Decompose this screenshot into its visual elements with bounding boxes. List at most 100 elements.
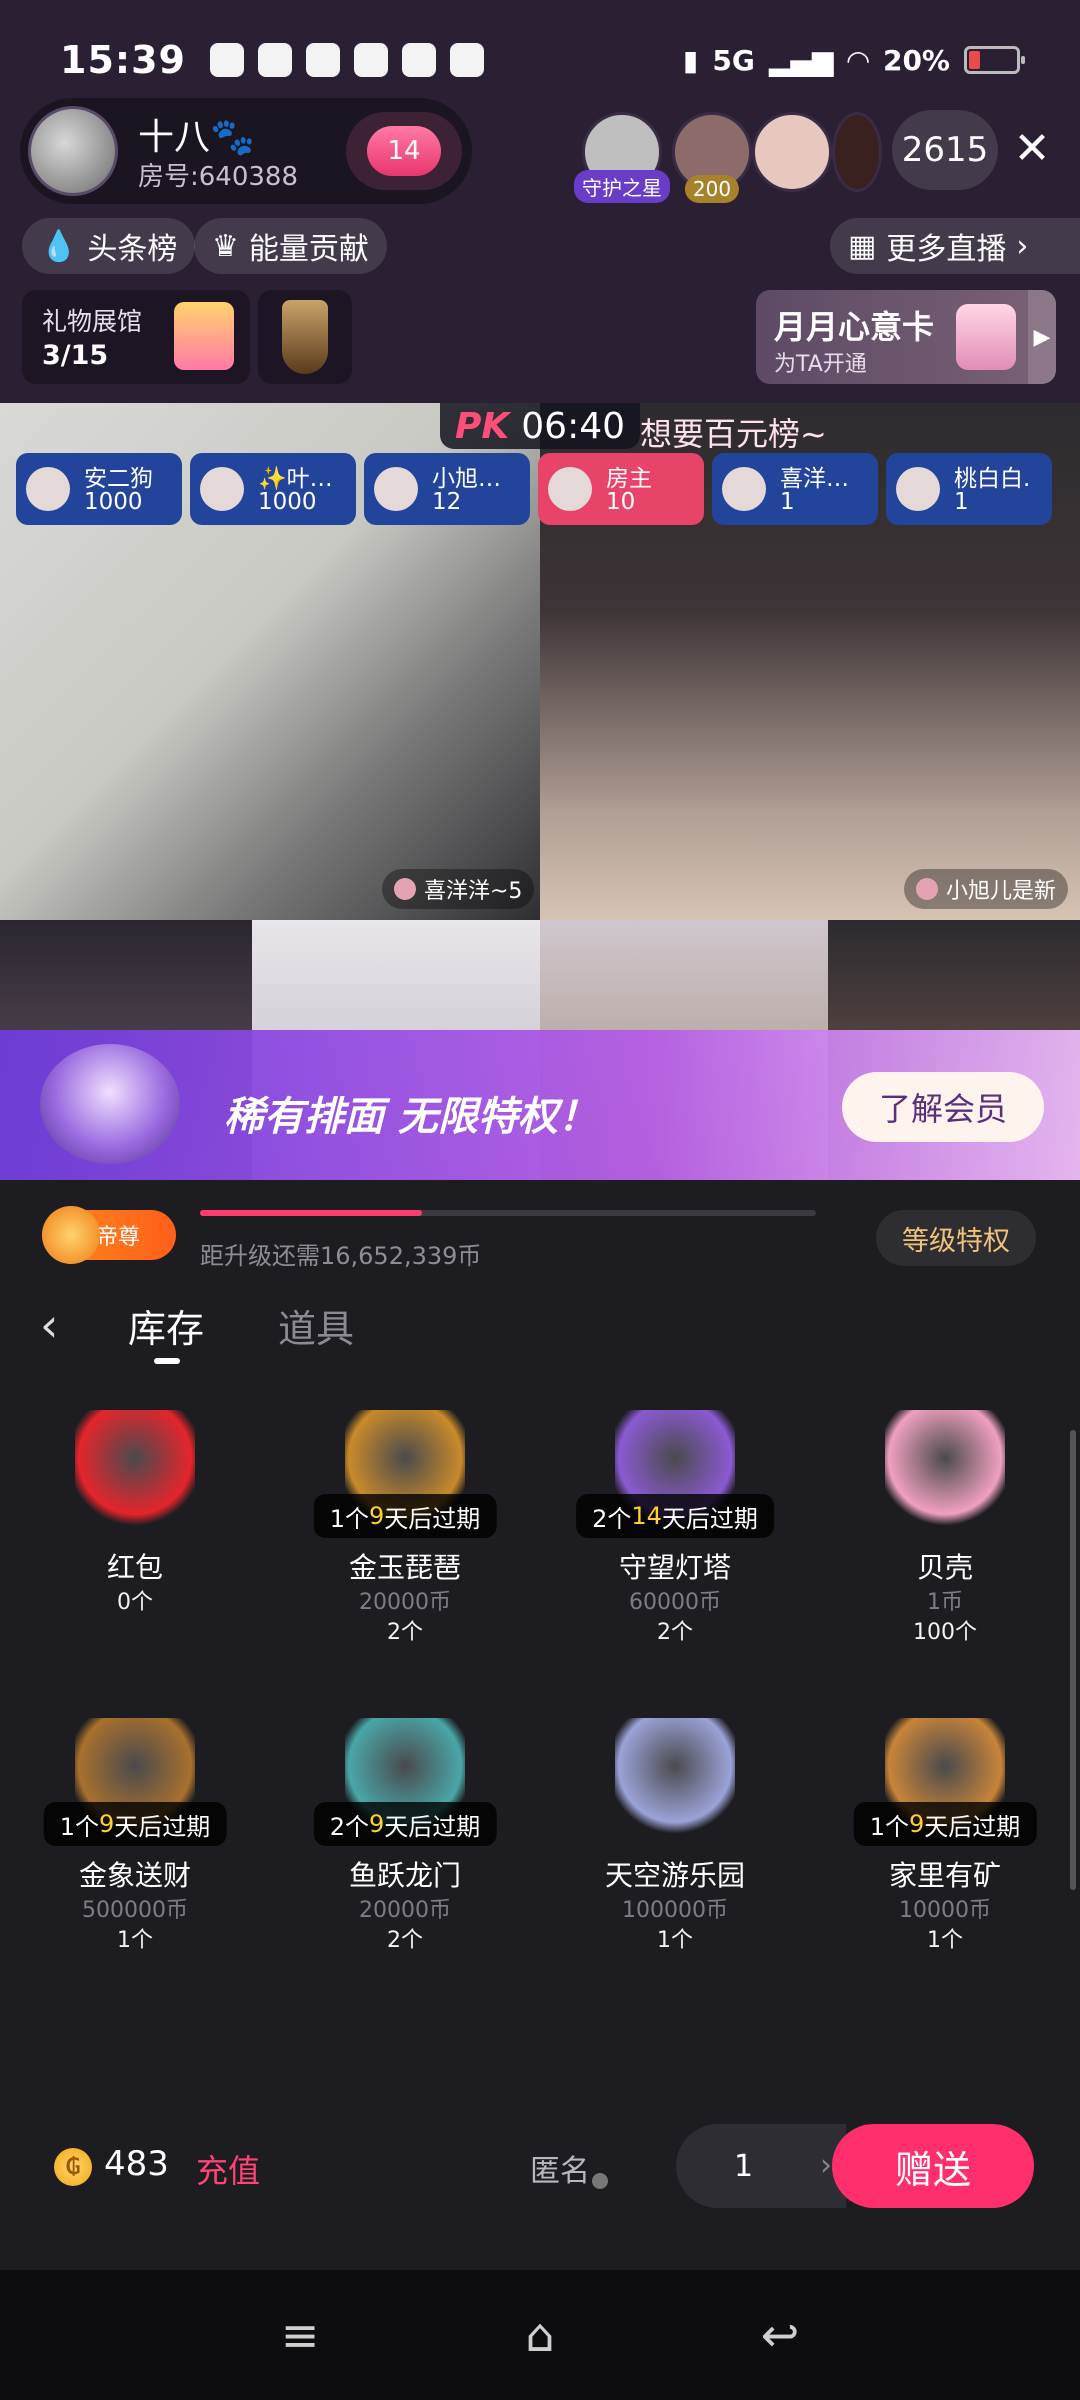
learn-membership-button[interactable]: 了解会员 — [842, 1072, 1044, 1142]
send-button[interactable]: 赠送 — [832, 2124, 1034, 2208]
crown-icon: ♛ — [212, 228, 239, 264]
gift-item[interactable]: 红包 0个 — [0, 1410, 270, 1710]
gift-item[interactable]: 贝壳 1币 100个 — [810, 1410, 1080, 1710]
status-time: 15:39 — [60, 38, 186, 82]
gift-box-icon — [174, 302, 234, 370]
gift-hall[interactable]: 礼物展馆 3/15 — [22, 290, 250, 384]
status-app-icons — [209, 43, 484, 77]
network-label: 5G — [712, 43, 755, 77]
rank-score: 1000 — [258, 489, 317, 515]
rank-card[interactable]: 安二狗 1000 — [16, 453, 182, 525]
rank-card[interactable]: 喜洋… 1 — [712, 453, 878, 525]
rank-card-host[interactable]: 房主 10 — [538, 453, 704, 525]
rank-name: ✨叶… — [258, 466, 333, 492]
viewer-count[interactable]: 2615 — [892, 110, 998, 190]
gift-item[interactable]: 2个 14 天后过期 守望灯塔 60000币 2个 — [540, 1410, 810, 1710]
membership-banner[interactable]: 稀有排面 无限特权！ 了解会员 — [0, 920, 1080, 1180]
gift-count: 2个 — [387, 1928, 423, 1953]
gift-name: 红包 — [106, 1551, 163, 1584]
gift-hall-progress: 3/15 — [42, 340, 109, 371]
quantity-selector[interactable]: 1 › — [676, 2124, 846, 2208]
gift-item[interactable]: 1个 9 天后过期 金象送财 500000币 1个 — [0, 1718, 270, 2018]
host-info[interactable]: 十八🐾 房号:640388 14 — [20, 98, 472, 204]
rank-card[interactable]: 小旭… 12 — [364, 453, 530, 525]
pk-timer: PK 06:40 — [440, 403, 640, 449]
member-emblem-icon — [40, 1044, 180, 1164]
gift-icon — [615, 1718, 735, 1838]
gift-name: 家里有矿 — [888, 1859, 1001, 1892]
gift-item[interactable]: 1个 9 天后过期 家里有矿 10000币 1个 — [810, 1718, 1080, 2018]
system-nav-bar: ≡ ⌂ ↩ — [0, 2270, 1080, 2400]
more-live-label: 更多直播 — [886, 232, 1007, 267]
viewer-avatar[interactable] — [752, 112, 832, 192]
coin-icon: ₲ — [54, 2148, 92, 2186]
right-cam-tag[interactable]: 小旭儿是新 — [904, 869, 1069, 909]
home-icon[interactable]: ⌂ — [510, 2308, 570, 2362]
pk-rank-row: 安二狗 1000 ✨叶… 1000 小旭… 12 房主 10 喜洋… 1 桃白白… — [16, 453, 1066, 525]
menu-icon[interactable]: ≡ — [270, 2308, 330, 2362]
avatar — [548, 467, 592, 511]
level-badge[interactable]: 帝尊 — [42, 1206, 176, 1264]
gift-count: 1个 — [657, 1928, 693, 1953]
water-drop-icon: 💧 — [40, 228, 78, 264]
left-cam-name: 喜洋洋~5 — [424, 879, 523, 904]
tab-props[interactable]: 道具 — [278, 1298, 354, 1353]
left-cam-tag[interactable]: 喜洋洋~5 — [382, 869, 535, 909]
avatar — [200, 467, 244, 511]
anonymous-toggle[interactable]: 匿名 — [530, 2146, 608, 2190]
host-avatar[interactable] — [28, 106, 118, 196]
vip-card-title: 月月心意卡 — [774, 308, 935, 346]
viewer-avatar[interactable]: 守护之星 — [574, 112, 670, 203]
shield-icon — [282, 300, 328, 374]
expiry-count: 1个 — [329, 1504, 369, 1533]
shield-badge[interactable] — [258, 290, 352, 384]
app-notification-icon — [449, 43, 484, 77]
level-privilege-button[interactable]: 等级特权 — [876, 1210, 1036, 1266]
headline-rank-label: 头条榜 — [87, 232, 178, 267]
anonymous-label: 匿名 — [530, 2154, 590, 2189]
rank-card[interactable]: 桃白白. 1 — [886, 453, 1052, 525]
gift-item[interactable]: 1个 9 天后过期 金玉琵琶 20000币 2个 — [270, 1410, 540, 1710]
heart-level: 14 — [367, 126, 441, 176]
vip-card[interactable]: 月月心意卡 为TA开通 ▶ — [756, 290, 1056, 384]
gift-icon — [75, 1410, 195, 1530]
expiry-count: 2个 — [592, 1504, 632, 1533]
expiry-suffix: 天后过期 — [114, 1812, 211, 1841]
send-bar: ₲ 483 充值 匿名 1 › 赠送 — [0, 2100, 1080, 2270]
tab-inventory[interactable]: 库存 — [128, 1298, 204, 1353]
member-slogan: 稀有排面 无限特权！ — [224, 1094, 598, 1140]
energy-chip[interactable]: ♛ 能量贡献 — [194, 218, 387, 274]
vip-card-subtitle: 为TA开通 — [774, 352, 867, 377]
expiry-days: 9 — [369, 1502, 385, 1530]
avatar — [374, 467, 418, 511]
expiry-suffix: 天后过期 — [384, 1812, 481, 1841]
back-icon[interactable]: ↩ — [750, 2308, 810, 2362]
level-progress-bar — [200, 1210, 816, 1216]
follow-heart-button[interactable]: 14 — [346, 112, 462, 190]
gift-item[interactable]: 天空游乐园 100000币 1个 — [540, 1718, 810, 2018]
avatar — [916, 878, 938, 900]
gift-item[interactable]: 2个 9 天后过期 鱼跃龙门 20000币 2个 — [270, 1718, 540, 2018]
close-icon[interactable]: ✕ — [1010, 118, 1054, 178]
avatar — [722, 467, 766, 511]
pk-time: 06:40 — [521, 405, 626, 447]
room-number: 房号:640388 — [138, 162, 299, 192]
gift-tabs: ‹ 库存 道具 — [0, 1276, 1080, 1376]
rank-card[interactable]: ✨叶… 1000 — [190, 453, 356, 525]
viewer-avatar[interactable] — [832, 112, 882, 192]
recharge-button[interactable]: 充值 — [196, 2146, 260, 2192]
level-badge-label: 帝尊 — [96, 1225, 141, 1250]
gift-name: 贝壳 — [916, 1551, 973, 1584]
gift-count: 2个 — [657, 1620, 693, 1645]
viewer-tag: 200 — [684, 175, 740, 203]
back-chevron-icon[interactable]: ‹ — [40, 1298, 58, 1352]
app-notification-icon — [305, 43, 340, 77]
gift-price: 100000币 — [622, 1898, 728, 1923]
right-cam-name: 小旭儿是新 — [946, 879, 1057, 904]
headline-rank-chip[interactable]: 💧 头条榜 — [22, 218, 196, 274]
more-live-button[interactable]: ▦ 更多直播 › — [830, 218, 1080, 274]
viewer-avatar[interactable]: 200 — [672, 112, 752, 203]
rank-name: 小旭… — [432, 466, 501, 492]
app-notification-icon — [209, 43, 244, 77]
expiry-count: 2个 — [329, 1812, 369, 1841]
